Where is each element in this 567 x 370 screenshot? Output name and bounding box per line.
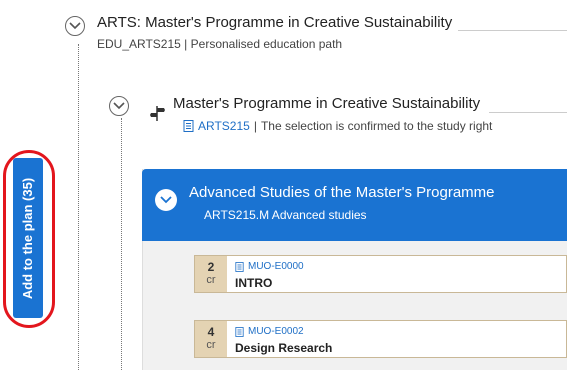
module-subtitle: ARTS215.M Advanced studies <box>204 208 367 222</box>
course-code-link[interactable]: MUO-E0000 <box>248 261 304 272</box>
course-card[interactable]: 4 cr MUO-E0002 Design Research <box>194 320 567 358</box>
tree-line-inner <box>121 118 122 370</box>
study-right-title: Master's Programme in Creative Sustainab… <box>173 95 481 112</box>
programme-code: EDU_ARTS215 <box>97 37 181 51</box>
programme-path: Personalised education path <box>190 37 343 51</box>
divider <box>458 30 567 31</box>
module-header <box>142 169 567 241</box>
collapse-study-right-button[interactable] <box>109 96 129 116</box>
course-code-link[interactable]: MUO-E0002 <box>248 326 304 337</box>
module-title: Advanced Studies of the Master's Program… <box>189 184 495 201</box>
highlight-ring <box>3 150 55 328</box>
programme-title: ARTS: Master's Programme in Creative Sus… <box>97 14 453 31</box>
document-icon <box>235 326 244 337</box>
credit-unit: cr <box>206 339 216 351</box>
divider <box>489 112 567 113</box>
study-right-note: The selection is confirmed to the study … <box>260 119 493 133</box>
credit-unit: cr <box>206 274 216 286</box>
chevron-down-icon <box>69 22 81 30</box>
collapse-programme-button[interactable] <box>65 16 85 36</box>
programme-subtitle: EDU_ARTS215 | Personalised education pat… <box>97 37 342 51</box>
course-code: MUO-E0002 <box>235 326 304 337</box>
separator: | <box>253 119 257 133</box>
study-right-code-link[interactable]: ARTS215 <box>198 119 250 133</box>
document-icon <box>235 261 244 272</box>
document-icon <box>183 120 194 132</box>
course-code: MUO-E0000 <box>235 261 304 272</box>
course-credits: 2 cr <box>195 256 227 292</box>
credit-value: 4 <box>207 325 215 339</box>
separator: | <box>184 37 188 51</box>
chevron-down-icon <box>113 102 125 110</box>
collapse-module-button[interactable] <box>155 189 177 211</box>
chevron-down-icon <box>160 196 172 204</box>
course-credits: 4 cr <box>195 321 227 357</box>
credit-value: 2 <box>207 260 215 274</box>
course-name: Design Research <box>235 341 333 355</box>
signpost-icon <box>150 106 165 121</box>
study-right-subtitle: ARTS215 | The selection is confirmed to … <box>183 119 492 133</box>
course-name: INTRO <box>235 276 273 290</box>
tree-line-outer <box>78 44 79 370</box>
course-card[interactable]: 2 cr MUO-E0000 INTRO <box>194 255 567 293</box>
